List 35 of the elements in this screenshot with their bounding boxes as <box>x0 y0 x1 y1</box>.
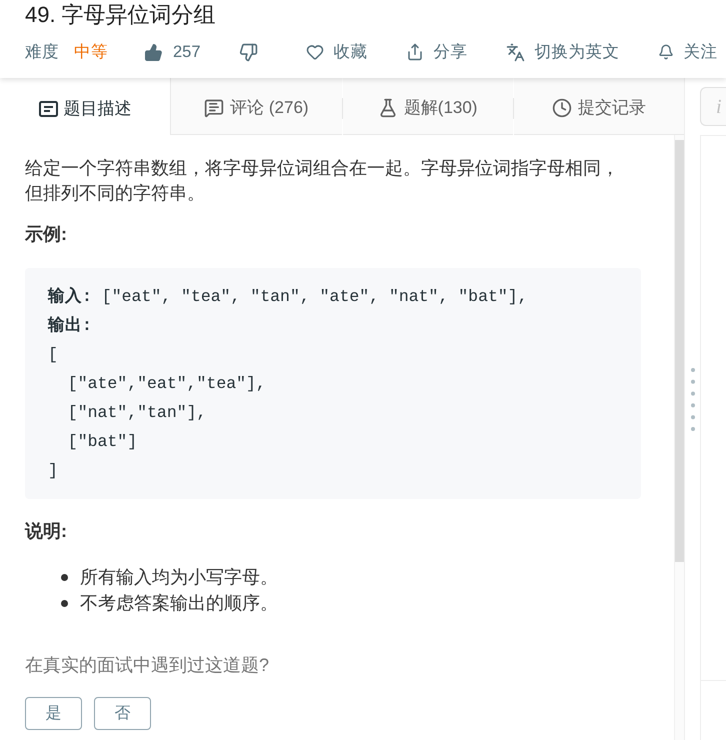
thumbs-down-icon <box>238 42 258 62</box>
action-button[interactable]: 关注 <box>658 40 718 64</box>
dislike-button[interactable] <box>238 42 258 62</box>
difficulty-value: 中等 <box>74 42 108 63</box>
drag-handle-icon[interactable] <box>690 368 694 431</box>
bullet-icon <box>61 600 68 606</box>
bullet-icon <box>61 574 68 580</box>
note-item: 所有输入均为小写字母。 <box>80 566 278 588</box>
code-example: 输入: ["eat", "tea", "tan", "ate", "nat", "bat"], 输出: [ ["ate","eat","tea"], ["nat","tan"], ["bat"] ] <box>25 268 641 499</box>
share-icon <box>406 43 424 61</box>
document-icon <box>38 100 58 116</box>
note-item: 不考虑答案输出的顺序。 <box>80 592 278 614</box>
translate-icon <box>506 42 525 62</box>
answer-button[interactable]: 否 <box>94 697 151 730</box>
heart-icon <box>306 43 324 61</box>
action-button[interactable]: 收藏 <box>306 40 368 64</box>
action-button[interactable]: 切换为英文 <box>506 40 620 64</box>
thumbs-up-icon <box>144 42 163 62</box>
interview-question: 在真实的面试中遇到过这道题? <box>25 654 270 677</box>
answer-button[interactable]: 是 <box>25 697 82 730</box>
notes-heading: 说明: <box>25 520 67 543</box>
tab[interactable]: 题解(130) <box>342 78 513 135</box>
bell-icon <box>658 44 674 60</box>
like-button[interactable]: 257 <box>144 40 201 64</box>
flask-icon <box>378 98 398 118</box>
problem-description: 给定一个字符串数组，将字母异位词组合在一起。字母异位词指字母相同，但排列不同的字符串。 <box>25 157 620 205</box>
comment-icon <box>204 98 224 118</box>
tab[interactable]: 提交记录 <box>514 78 684 135</box>
action-button[interactable]: 分享 <box>406 40 468 64</box>
example-heading: 示例: <box>25 223 67 246</box>
clock-icon <box>552 98 572 118</box>
scrollbar-thumb[interactable] <box>675 140 684 562</box>
tab[interactable]: 评论 (276) <box>171 78 342 135</box>
difficulty-label: 难度 <box>25 42 59 63</box>
problem-title: 49. 字母异位词分组 <box>25 1 216 29</box>
